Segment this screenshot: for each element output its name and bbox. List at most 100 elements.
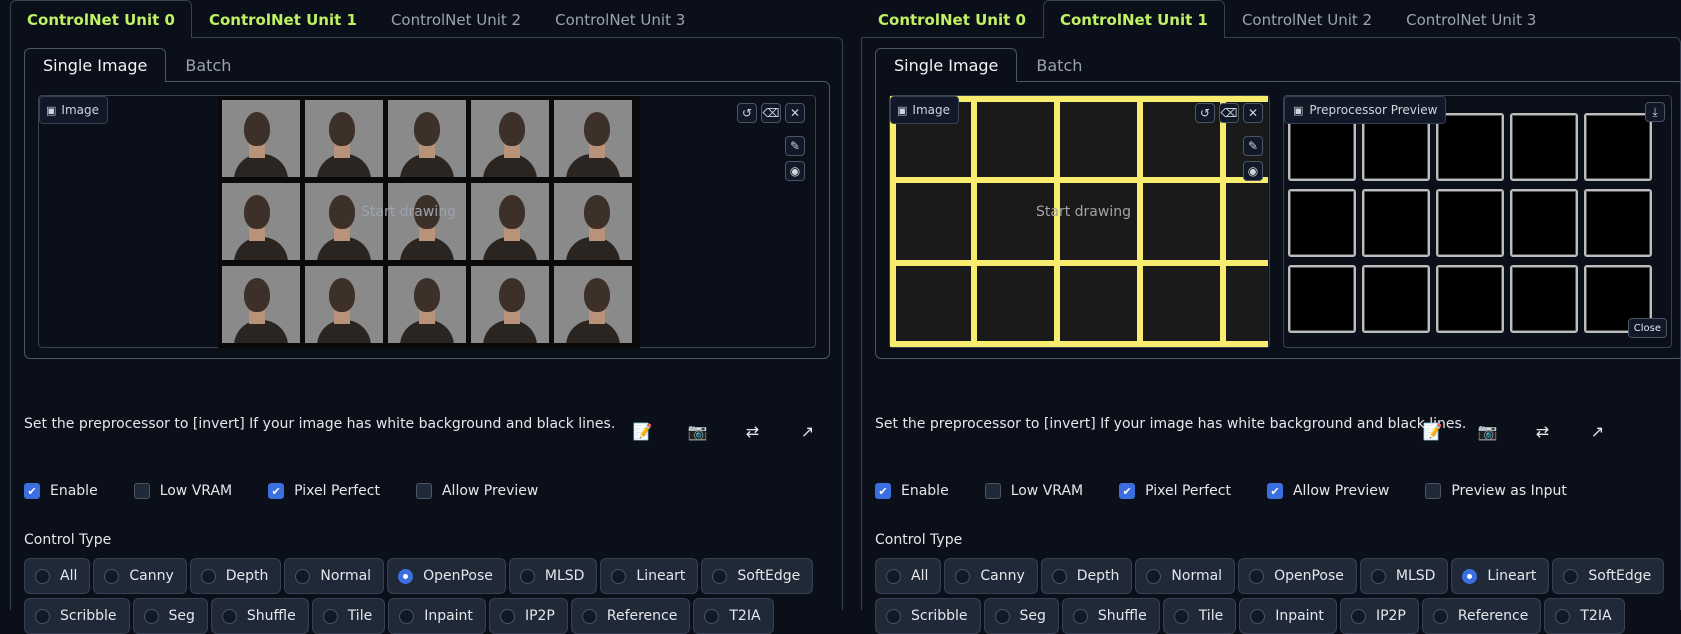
edit-icon[interactable]: 📝 [615,422,670,441]
swap-icon[interactable]: ⇄ [725,422,780,441]
radio-all[interactable]: All [24,558,91,594]
low-vram-checkbox[interactable]: Low VRAM [984,483,1083,499]
tab-unit-2[interactable]: ControlNet Unit 2 [1225,0,1389,38]
radio-scribble[interactable]: Scribble [875,598,981,634]
radio-all[interactable]: All [875,558,942,594]
radio-ip2p[interactable]: IP2P [1339,598,1419,634]
radio-inpaint[interactable]: Inpaint [388,598,486,634]
tab-single-image[interactable]: Single Image [24,48,167,82]
pixel-perfect-checkbox[interactable]: ✔ Pixel Perfect [268,483,380,499]
radio-label: T2IA [729,608,761,624]
close-icon[interactable]: ✕ [1243,103,1263,123]
lineart-image [890,96,1268,347]
radio-t2ia[interactable]: T2IA [693,598,774,634]
radio-indicator [200,568,216,584]
close-preview-button[interactable]: Close [1627,318,1667,338]
send-icon[interactable]: ↗ [1570,422,1625,441]
image-label-text: Image [912,103,950,117]
enable-checkbox[interactable]: ✔ Enable [875,483,949,499]
allow-preview-checkbox[interactable]: ✔ Allow Preview [1266,483,1389,499]
radio-seg[interactable]: Seg [132,598,208,634]
control-type-label: Control Type [875,532,963,548]
radio-lineart[interactable]: Lineart [1451,558,1550,594]
radio-indicator [1249,568,1265,584]
enable-checkbox[interactable]: ✔ Enable [24,483,98,499]
edit-icon[interactable]: 📝 [1405,422,1460,441]
radio-indicator [611,568,627,584]
radio-t2ia[interactable]: T2IA [1544,598,1625,634]
radio-canny[interactable]: Canny [93,558,187,594]
radio-seg[interactable]: Seg [983,598,1059,634]
camera-icon[interactable]: 📷 [670,422,725,441]
undo-icon[interactable]: ↺ [737,103,757,123]
radio-label: Depth [225,568,269,584]
eraser-icon[interactable]: ⌫ [1219,103,1239,123]
low-vram-checkbox[interactable]: Low VRAM [133,483,232,499]
radio-lineart[interactable]: Lineart [600,558,699,594]
pose-thumbnail [222,100,300,177]
radio-label: MLSD [544,568,585,584]
radio-indicator [295,568,311,584]
preview-as-input-checkbox[interactable]: Preview as Input [1425,483,1567,499]
tab-unit-0[interactable]: ControlNet Unit 0 [861,0,1043,38]
radio-depth[interactable]: Depth [189,558,282,594]
send-icon[interactable]: ↗ [780,422,835,441]
tab-unit-1[interactable]: ControlNet Unit 1 [192,0,374,38]
camera-icon[interactable]: 📷 [1460,422,1515,441]
radio-tile[interactable]: Tile [311,598,386,634]
radio-inpaint[interactable]: Inpaint [1239,598,1337,634]
single-image-panel: ▣ Image Start drawing ↺ ⌫ ✕ ✎ ◉ ▣ Prepro… [875,81,1681,359]
download-icon[interactable]: ⤓ [1645,102,1665,122]
allow-preview-checkbox[interactable]: Allow Preview [415,483,538,499]
image-icon: ▣ [897,103,908,117]
image-canvas[interactable]: ▣ Image Start drawing ↺ ⌫ ✕ ✎ ◉ [38,95,816,348]
radio-openpose[interactable]: OpenPose [387,558,506,594]
radio-indicator [398,568,414,584]
close-icon[interactable]: ✕ [785,103,805,123]
controlnet-panel-right: ControlNet Unit 0 ControlNet Unit 1 Cont… [851,0,1681,634]
radio-label: All [911,568,929,584]
radio-normal[interactable]: Normal [1135,558,1236,594]
brush-icon[interactable]: ✎ [785,136,805,156]
radio-label: Tile [347,608,373,624]
radio-softedge[interactable]: SoftEdge [701,558,814,594]
radio-indicator [1173,608,1189,624]
radio-scribble[interactable]: Scribble [24,598,130,634]
radio-tile[interactable]: Tile [1162,598,1237,634]
radio-normal[interactable]: Normal [284,558,385,594]
tab-unit-1[interactable]: ControlNet Unit 1 [1042,0,1225,38]
radio-indicator [886,608,901,624]
tab-unit-3[interactable]: ControlNet Unit 3 [1389,0,1553,38]
brush-icon[interactable]: ✎ [1243,136,1263,156]
tab-single-image[interactable]: Single Image [875,48,1018,82]
eraser-icon[interactable]: ⌫ [761,103,781,123]
radio-reference[interactable]: Reference [570,598,691,634]
radio-mlsd[interactable]: MLSD [1359,558,1449,594]
pixel-perfect-checkbox[interactable]: ✔ Pixel Perfect [1119,483,1231,499]
tab-batch[interactable]: Batch [1017,48,1101,82]
radio-shuffle[interactable]: Shuffle [210,598,309,634]
image-canvas[interactable]: ▣ Image Start drawing ↺ ⌫ ✕ ✎ ◉ [889,95,1270,348]
radio-mlsd[interactable]: MLSD [508,558,598,594]
radio-label: Normal [320,568,372,584]
undo-icon[interactable]: ↺ [1195,103,1215,123]
radio-openpose[interactable]: OpenPose [1238,558,1357,594]
radio-ip2p[interactable]: IP2P [488,598,568,634]
input-mode-tabs: Single Image Batch [875,48,1101,82]
image-label: ▣ Image [39,96,108,124]
tab-unit-3[interactable]: ControlNet Unit 3 [538,0,702,38]
preview-cell [1510,189,1578,257]
palette-icon[interactable]: ◉ [1243,161,1263,181]
radio-depth[interactable]: Depth [1040,558,1133,594]
radio-shuffle[interactable]: Shuffle [1061,598,1160,634]
radio-canny[interactable]: Canny [944,558,1038,594]
tab-unit-0[interactable]: ControlNet Unit 0 [10,0,192,38]
radio-reference[interactable]: Reference [1421,598,1542,634]
swap-icon[interactable]: ⇄ [1515,422,1570,441]
preview-label: ▣ Preprocessor Preview [1284,96,1447,124]
palette-icon[interactable]: ◉ [785,161,805,181]
single-image-panel: ▣ Image Start drawing ↺ ⌫ ✕ ✎ ◉ [24,81,830,359]
tab-unit-2[interactable]: ControlNet Unit 2 [374,0,538,38]
tab-batch[interactable]: Batch [166,48,250,82]
radio-softedge[interactable]: SoftEdge [1552,558,1665,594]
